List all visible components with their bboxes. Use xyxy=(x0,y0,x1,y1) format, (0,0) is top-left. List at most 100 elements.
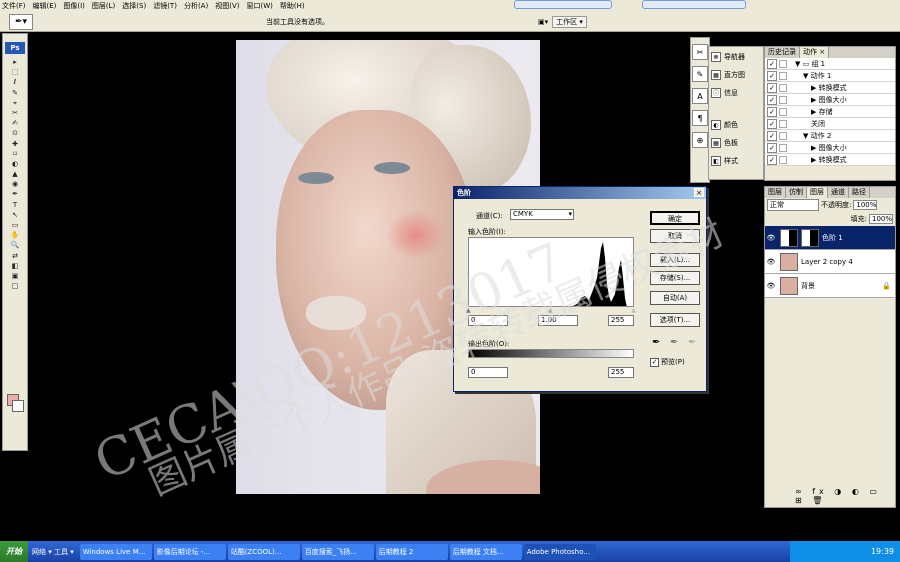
black-eyedropper-icon[interactable]: ✒ xyxy=(652,337,660,348)
tool-icon[interactable]: ⊙ xyxy=(5,128,25,138)
action-row[interactable]: ✓ ▶ 转换模式 xyxy=(765,82,895,94)
load-button[interactable]: 载入(L)... xyxy=(650,253,700,267)
tool-icon[interactable]: ◐ xyxy=(5,159,25,169)
background-color-swatch[interactable] xyxy=(12,400,24,412)
output-white-field[interactable]: 255 xyxy=(608,367,634,378)
tool-icon[interactable]: ◉ xyxy=(5,179,25,189)
menu-item[interactable]: 视图(V) xyxy=(215,1,239,11)
close-icon[interactable]: × xyxy=(694,188,704,197)
action-row[interactable]: ✓ ▼ ▭ 组 1 xyxy=(765,58,895,70)
preview-option[interactable]: ✓ 预览(P) xyxy=(650,357,685,367)
layer-row[interactable]: 👁 Layer 2 copy 4 xyxy=(765,250,895,274)
window-tab-1[interactable] xyxy=(514,0,612,9)
menu-item[interactable]: 图像(I) xyxy=(63,1,85,11)
tool-icon[interactable]: ✚ xyxy=(5,139,25,149)
fill-input[interactable]: 100% xyxy=(869,214,893,224)
layer-row[interactable]: 👁 背景 🔒 xyxy=(765,274,895,298)
tool-icon[interactable]: 🔍 xyxy=(5,240,25,250)
action-checkbox[interactable]: ✓ xyxy=(767,106,777,117)
tool-icon[interactable]: ↖ xyxy=(5,210,25,220)
dialog-toggle[interactable] xyxy=(779,131,787,140)
output-black-field[interactable]: 0 xyxy=(468,367,508,378)
taskbar-button[interactable]: 百度搜索_飞扬... xyxy=(301,543,374,560)
panel-tab[interactable]: 图层 xyxy=(807,187,828,198)
side-panel-item[interactable]: ☸ 导航器 xyxy=(711,49,761,65)
action-row[interactable]: ✓ ▶ 存储 xyxy=(765,106,895,118)
dialog-toggle[interactable] xyxy=(779,83,787,92)
eye-icon[interactable]: 👁 xyxy=(765,258,777,266)
panel-tab[interactable]: 仿制 xyxy=(786,187,807,198)
menu-item[interactable]: 编辑(E) xyxy=(33,1,57,11)
cancel-button[interactable]: 取消 xyxy=(650,229,700,243)
input-gamma-field[interactable]: 1.00 xyxy=(538,315,578,326)
options-button[interactable]: 选项(T)... xyxy=(650,313,700,327)
layers-footer-icons[interactable]: ∞ fx ◑ ◐ ▭ ⊞ 🗑 xyxy=(795,487,895,505)
tool-icon[interactable]: ℓ xyxy=(5,77,25,87)
gray-eyedropper-icon[interactable]: ✒ xyxy=(670,337,678,348)
gamma-slider[interactable]: ▲ xyxy=(548,307,553,314)
side-panel-item[interactable]: ⓘ 信息 xyxy=(711,85,761,101)
tool-icon[interactable]: ▭ xyxy=(5,220,25,230)
window-tab-2[interactable] xyxy=(642,0,746,9)
menu-item[interactable]: 窗口(W) xyxy=(246,1,272,11)
action-checkbox[interactable]: ✓ xyxy=(767,142,777,153)
start-button[interactable]: 开始 xyxy=(0,541,28,562)
layer-row[interactable]: 👁 色阶 1 xyxy=(765,226,895,250)
input-white-field[interactable]: 255 xyxy=(608,315,634,326)
channel-select[interactable]: CMYK ▾ xyxy=(510,209,574,220)
blend-mode-select[interactable]: 正常 xyxy=(767,199,819,211)
tool-icon[interactable]: ✂ xyxy=(5,108,25,118)
action-checkbox[interactable]: ✓ xyxy=(767,94,777,105)
action-row[interactable]: ✓ ▶ 转换模式 xyxy=(765,154,895,166)
action-checkbox[interactable]: ✓ xyxy=(767,118,777,129)
tool-icon[interactable]: ⇄ xyxy=(5,251,25,261)
dialog-toggle[interactable] xyxy=(779,71,787,80)
tool-icon[interactable]: ✍ xyxy=(5,118,25,128)
tool-icon[interactable]: T xyxy=(5,200,25,210)
dialog-toggle[interactable] xyxy=(779,107,787,116)
eye-icon[interactable]: 👁 xyxy=(765,234,777,242)
workspace-icon[interactable]: ▣▾ xyxy=(538,18,548,26)
action-row[interactable]: ✓ 关闭 xyxy=(765,118,895,130)
taskbar-button[interactable]: Adobe Photosho... xyxy=(523,543,596,560)
side-panel-item[interactable]: ◐ 颜色 xyxy=(711,117,761,133)
taskbar-button[interactable]: Windows Live M... xyxy=(79,543,152,560)
taskbar-button[interactable]: 站酷(ZCOOL)... xyxy=(227,543,300,560)
taskbar-button[interactable]: 后期教程 文档... xyxy=(449,543,522,560)
action-row[interactable]: ✓ ▼ 动作 1 xyxy=(765,70,895,82)
save-button[interactable]: 存储(S)... xyxy=(650,271,700,285)
opacity-input[interactable]: 100% xyxy=(853,200,878,210)
tool-icon[interactable]: □ xyxy=(5,281,25,291)
dialog-toggle[interactable] xyxy=(779,155,787,164)
eye-icon[interactable]: 👁 xyxy=(765,282,777,290)
menu-item[interactable]: 帮助(H) xyxy=(280,1,305,11)
action-row[interactable]: ✓ ▶ 图像大小 xyxy=(765,142,895,154)
action-row[interactable]: ✓ ▶ 图像大小 xyxy=(765,94,895,106)
action-row[interactable]: ✓ ▼ 动作 2 xyxy=(765,130,895,142)
auto-button[interactable]: 自动(A) xyxy=(650,291,700,305)
dialog-toggle[interactable] xyxy=(779,143,787,152)
tool-icon[interactable]: ⬚ xyxy=(5,67,25,77)
dialog-toggle[interactable] xyxy=(779,95,787,104)
action-checkbox[interactable]: ✓ xyxy=(767,154,777,165)
quick-launch[interactable]: 网络 ▾ 工具 ▾ xyxy=(28,547,78,557)
side-panel-item[interactable]: ▦ 色板 xyxy=(711,135,761,151)
action-checkbox[interactable]: ✓ xyxy=(767,58,777,69)
black-point-slider[interactable]: ▲ xyxy=(466,307,471,314)
input-black-field[interactable]: 0 xyxy=(468,315,508,326)
taskbar-button[interactable]: 影像后期论坛 -... xyxy=(153,543,226,560)
dialog-toggle[interactable] xyxy=(779,119,787,128)
action-checkbox[interactable]: ✓ xyxy=(767,82,777,93)
tool-icon[interactable]: ▲ xyxy=(5,169,25,179)
clone-panel-icon[interactable]: ⊕ xyxy=(692,132,708,148)
white-eyedropper-icon[interactable]: ✒ xyxy=(688,337,696,348)
dialog-toggle[interactable] xyxy=(779,59,787,68)
side-panel-item[interactable]: ▦ 直方图 xyxy=(711,67,761,83)
panel-tab[interactable]: 动作 × xyxy=(800,47,830,58)
tool-icon[interactable]: ⌖ xyxy=(5,98,25,108)
panel-tab[interactable]: 通道 xyxy=(828,187,849,198)
tool-icon[interactable]: ✒ xyxy=(5,189,25,199)
input-sliders[interactable]: ▲ ▲ ▲ xyxy=(466,307,636,314)
workspace-button[interactable]: 工作区 ▾ xyxy=(552,16,587,28)
panel-tab[interactable]: 历史记录 xyxy=(765,47,800,58)
